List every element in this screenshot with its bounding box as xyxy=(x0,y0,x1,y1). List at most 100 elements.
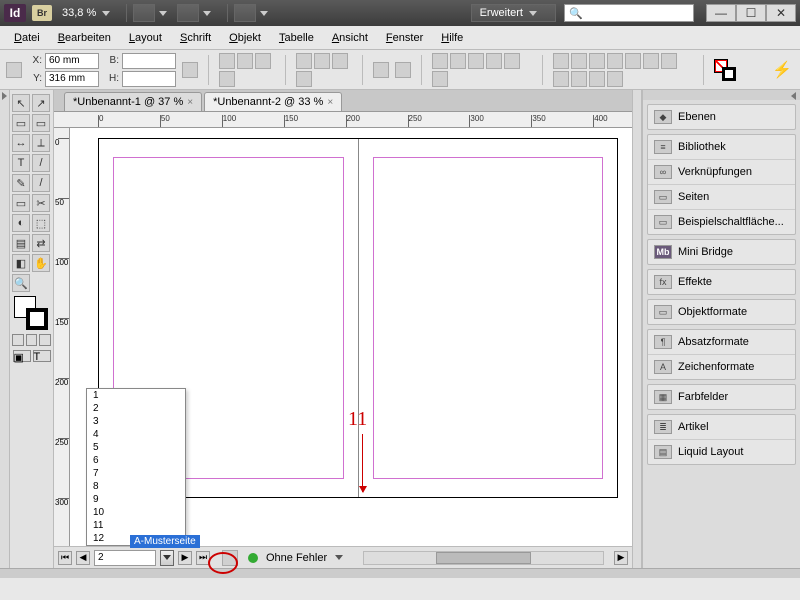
panel-objektformate[interactable]: ▭Objektformate xyxy=(648,300,795,324)
fit-prop-icon[interactable] xyxy=(504,53,520,69)
screen-mode-button[interactable] xyxy=(177,4,199,22)
tool-6[interactable]: T xyxy=(12,154,30,172)
align-hcenter-icon[interactable] xyxy=(571,53,587,69)
center-content-icon[interactable] xyxy=(468,53,484,69)
dist-v-icon[interactable] xyxy=(589,71,605,87)
view-mode-preview-icon[interactable]: T xyxy=(33,350,51,362)
workspace-switcher[interactable]: Erweitert xyxy=(471,4,556,22)
rotate-icon[interactable] xyxy=(237,53,253,69)
page-list-item[interactable]: 8 xyxy=(87,480,185,493)
align-right-icon[interactable] xyxy=(589,53,605,69)
align-bottom-icon[interactable] xyxy=(571,71,587,87)
arrange-docs-button[interactable] xyxy=(234,4,256,22)
constrain-proportions-icon[interactable] xyxy=(182,62,198,78)
select-content-icon[interactable] xyxy=(395,62,411,78)
zoom-level[interactable]: 33,8 % xyxy=(62,7,96,19)
tool-11[interactable]: ✂ xyxy=(32,194,50,212)
view-mode-normal-icon[interactable]: ▣ xyxy=(13,350,31,362)
page-list-item[interactable]: 11 xyxy=(87,519,185,532)
fill-stroke-control[interactable] xyxy=(714,59,736,81)
next-page-button[interactable]: ▶ xyxy=(178,551,192,565)
page-list-item[interactable]: 1 xyxy=(87,389,185,402)
apply-none-icon[interactable] xyxy=(39,334,51,346)
close-button[interactable]: ✕ xyxy=(766,4,796,22)
expand-gutter-icon[interactable] xyxy=(2,92,7,100)
align-left-icon[interactable] xyxy=(553,53,569,69)
tool-8[interactable]: ✎ xyxy=(12,174,30,192)
panel-ebenen[interactable]: ◆Ebenen xyxy=(648,105,795,129)
panel-artikel[interactable]: ≣Artikel xyxy=(648,415,795,439)
vertical-scrollbar[interactable] xyxy=(632,90,642,568)
scroll-right-button[interactable]: ▶ xyxy=(614,551,628,565)
document-tab[interactable]: *Unbenannt-2 @ 33 %× xyxy=(204,92,342,111)
rotate-ccw-icon[interactable] xyxy=(296,71,312,87)
scale-y-icon[interactable] xyxy=(255,53,271,69)
menu-schrift[interactable]: Schrift xyxy=(172,29,219,47)
panel-seiten[interactable]: ▭Seiten xyxy=(648,184,795,209)
document-tab[interactable]: *Unbenannt-1 @ 37 %× xyxy=(64,92,202,111)
bridge-badge[interactable]: Br xyxy=(32,5,52,21)
menu-layout[interactable]: Layout xyxy=(121,29,170,47)
close-tab-icon[interactable]: × xyxy=(327,97,333,108)
preflight-status-label[interactable]: Ohne Fehler xyxy=(266,552,327,564)
toolbox-fill-stroke[interactable] xyxy=(12,296,50,330)
view-options-dropdown-icon[interactable] xyxy=(159,11,167,16)
wrap-icon[interactable] xyxy=(625,53,641,69)
page-list-item[interactable]: 10 xyxy=(87,506,185,519)
tool-2[interactable]: ▭ xyxy=(12,114,30,132)
panel-mini-bridge[interactable]: MbMini Bridge xyxy=(648,240,795,264)
tool-18[interactable]: 🔍 xyxy=(12,274,30,292)
tool-1[interactable]: ↗ xyxy=(32,94,50,112)
page-list-item[interactable]: 7 xyxy=(87,467,185,480)
tool-17[interactable]: ✋ xyxy=(32,254,50,272)
reference-point-icon[interactable] xyxy=(6,62,22,78)
preflight-dropdown-icon[interactable] xyxy=(335,555,343,560)
tool-16[interactable]: ◧ xyxy=(12,254,30,272)
horizontal-scrollbar[interactable] xyxy=(363,551,604,565)
flip-h-icon[interactable] xyxy=(296,53,312,69)
canvas[interactable]: 123456789101112 11 xyxy=(70,128,632,546)
panel-bibliothek[interactable]: ≡Bibliothek xyxy=(648,135,795,159)
menu-datei[interactable]: Datei xyxy=(6,29,48,47)
zoom-dropdown-icon[interactable] xyxy=(102,11,110,16)
stroke-swatch[interactable] xyxy=(722,67,736,81)
page-list-item[interactable]: 3 xyxy=(87,415,185,428)
scrollbar-thumb[interactable] xyxy=(436,552,532,564)
x-input[interactable]: 60 mm xyxy=(45,53,99,69)
tool-15[interactable]: ⇄ xyxy=(32,234,50,252)
tool-9[interactable]: / xyxy=(32,174,50,192)
menu-ansicht[interactable]: Ansicht xyxy=(324,29,376,47)
stroke-swatch[interactable] xyxy=(26,308,48,330)
menu-fenster[interactable]: Fenster xyxy=(378,29,431,47)
fill-frame-icon[interactable] xyxy=(486,53,502,69)
align-top-icon[interactable] xyxy=(661,53,677,69)
select-container-icon[interactable] xyxy=(373,62,389,78)
arrange-docs-dropdown-icon[interactable] xyxy=(260,11,268,16)
page-list-item[interactable]: 6 xyxy=(87,454,185,467)
w-input[interactable] xyxy=(122,53,176,69)
fit-frame-icon[interactable] xyxy=(450,53,466,69)
page-dropdown-button[interactable] xyxy=(160,550,174,566)
tool-13[interactable]: ⬚ xyxy=(32,214,50,232)
tool-0[interactable]: ↖ xyxy=(12,94,30,112)
panel-verkn-pfungen[interactable]: ∞Verknüpfungen xyxy=(648,159,795,184)
shear-icon[interactable] xyxy=(219,71,235,87)
tool-10[interactable]: ▭ xyxy=(12,194,30,212)
page-list-popup[interactable]: 123456789101112 xyxy=(86,388,186,546)
y-input[interactable]: 316 mm xyxy=(45,71,99,87)
tool-12[interactable]: ◐ xyxy=(12,214,30,232)
panel-farbfelder[interactable]: ▦Farbfelder xyxy=(648,385,795,409)
dist-h-icon[interactable] xyxy=(607,53,623,69)
effects-icon[interactable] xyxy=(607,71,623,87)
master-page-chip[interactable]: A-Musterseite xyxy=(130,535,200,548)
h-input[interactable] xyxy=(122,71,176,87)
panel-liquid-layout[interactable]: ▤Liquid Layout xyxy=(648,439,795,464)
page-list-item[interactable]: 9 xyxy=(87,493,185,506)
view-options-button[interactable] xyxy=(133,4,155,22)
menu-objekt[interactable]: Objekt xyxy=(221,29,269,47)
rotate-cw-icon[interactable] xyxy=(314,53,330,69)
page-number-field[interactable]: 2 xyxy=(94,550,156,566)
first-page-button[interactable]: ⏮ xyxy=(58,551,72,565)
collapse-dock-icon[interactable] xyxy=(791,92,796,100)
tool-14[interactable]: ▤ xyxy=(12,234,30,252)
